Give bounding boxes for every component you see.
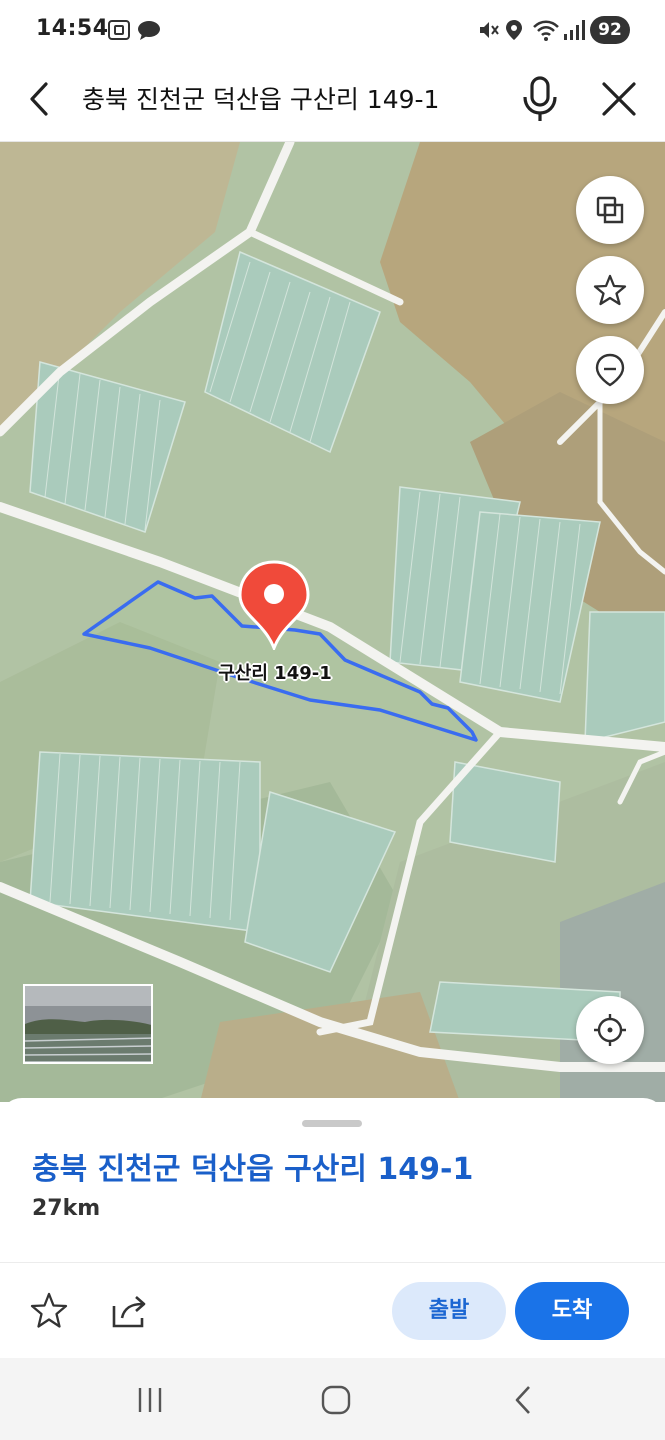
mute-icon [480, 22, 499, 38]
my-location-icon [594, 1014, 626, 1046]
signal-icon [564, 20, 585, 40]
chevron-left-icon [30, 82, 48, 116]
share-icon [112, 1296, 146, 1328]
screenshot-icon [108, 20, 130, 40]
location-icon [506, 20, 522, 40]
layers-button[interactable] [576, 176, 644, 244]
depart-button[interactable]: 출발 [392, 1282, 506, 1340]
satellite-map[interactable]: 구산리 149-1 [0, 142, 665, 1102]
location-pin-icon [595, 353, 625, 387]
place-title: 충북 진천군 덕산읍 구산리 149-1 [32, 1152, 474, 1187]
wifi-icon [533, 20, 559, 41]
microphone-icon [523, 76, 557, 121]
place-pin-marker[interactable] [236, 560, 312, 650]
divider [0, 1262, 665, 1263]
close-icon [602, 82, 636, 116]
voice-search-button[interactable] [514, 72, 566, 126]
search-header: 충북 진천군 덕산읍 구산리 149-1 [0, 60, 665, 142]
map-imagery [0, 142, 665, 1102]
place-label: 구산리 149-1 [218, 663, 332, 684]
saved-places-button[interactable] [576, 336, 644, 404]
star-icon [593, 274, 627, 306]
place-distance: 27km [32, 1196, 101, 1221]
arrive-button[interactable]: 도착 [515, 1282, 629, 1340]
recent-apps-icon [138, 1388, 162, 1412]
current-location-button[interactable] [576, 996, 644, 1064]
sheet-drag-handle[interactable] [302, 1120, 362, 1127]
search-query[interactable]: 충북 진천군 덕산읍 구산리 149-1 [82, 80, 439, 116]
battery-badge: 92 [590, 16, 630, 44]
status-bar: 14:54 92 [0, 0, 665, 60]
nav-back-button[interactable] [504, 1380, 544, 1420]
status-time: 14:54 [36, 16, 109, 41]
place-bottom-sheet[interactable]: 충북 진천군 덕산읍 구산리 149-1 27km 출발 도착 [0, 1098, 665, 1358]
back-icon [515, 1386, 530, 1414]
home-button[interactable] [316, 1380, 356, 1420]
back-button[interactable] [18, 76, 64, 122]
recent-apps-button[interactable] [130, 1380, 170, 1420]
star-icon [30, 1292, 68, 1328]
system-nav-bar [0, 1358, 665, 1440]
layers-icon [596, 196, 624, 224]
roadview-thumbnail[interactable] [23, 984, 153, 1064]
chat-bubble-icon [138, 21, 160, 40]
roadview-photo [25, 986, 151, 1062]
home-icon [321, 1385, 351, 1415]
favorite-map-button[interactable] [576, 256, 644, 324]
close-button[interactable] [594, 74, 644, 124]
favorite-button[interactable] [28, 1290, 70, 1332]
share-button[interactable] [108, 1290, 150, 1332]
